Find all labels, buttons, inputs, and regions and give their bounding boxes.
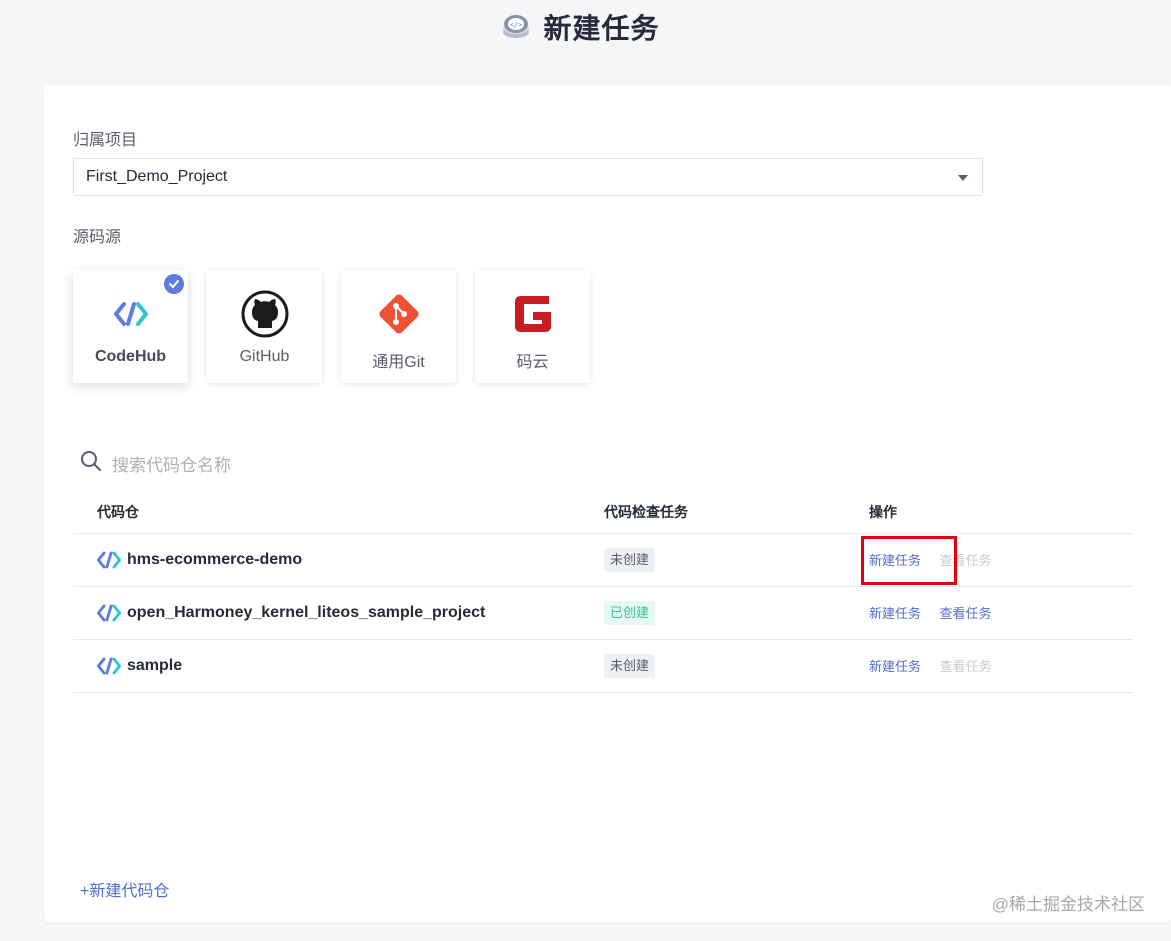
repo-name: hms-ecommerce-demo [127, 550, 303, 568]
source-selector: CodeHub GitHub 通用Git 码云 [73, 270, 590, 383]
status-badge: 已创建 [604, 600, 656, 625]
source-github[interactable]: GitHub [207, 270, 322, 383]
page-title: 新建任务 [543, 13, 660, 44]
column-header-actions: 操作 [869, 491, 1133, 534]
source-codehub[interactable]: CodeHub [73, 270, 188, 383]
view-task-link: 查看任务 [939, 552, 992, 568]
source-git[interactable]: 通用Git [341, 270, 456, 383]
table-row: hms-ecommerce-demo 未创建 新建任务 查看任务 [73, 533, 1133, 587]
table-row: open_Harmoney_kernel_liteos_sample_proje… [73, 586, 1133, 640]
source-gitee[interactable]: 码云 [475, 270, 590, 383]
git-icon [373, 288, 425, 340]
code-disk-icon: </> [501, 12, 531, 42]
project-select-value: First_Demo_Project [86, 168, 228, 185]
project-label: 归属项目 [73, 132, 138, 149]
search-icon [80, 450, 102, 477]
svg-text:</>: </> [510, 21, 523, 29]
codehub-icon [97, 601, 121, 625]
source-name: GitHub [239, 348, 290, 365]
table-header-row: 代码仓 代码检查任务 操作 [73, 491, 1133, 534]
codehub-icon [97, 654, 121, 678]
view-task-link[interactable]: 查看任务 [939, 606, 991, 621]
new-task-link[interactable]: 新建任务 [869, 606, 921, 621]
source-name: 通用Git [372, 354, 425, 371]
table-row: sample 未创建 新建任务 查看任务 [73, 639, 1133, 693]
column-header-repo: 代码仓 [73, 491, 604, 534]
github-icon [239, 288, 291, 340]
project-select[interactable]: First_Demo_Project [73, 158, 983, 196]
page-header: </> 新建任务 [0, 0, 1171, 54]
new-repo-link[interactable]: +新建代码仓 [80, 877, 169, 901]
search-input[interactable]: 搜索代码仓名称 [112, 451, 231, 476]
watermark: @稀土掘金技术社区 [991, 895, 1145, 914]
repo-name: sample [127, 656, 183, 674]
task-form-card: 归属项目 First_Demo_Project 源码源 CodeHub GitH… [44, 85, 1171, 922]
source-name: CodeHub [94, 348, 167, 365]
new-task-link[interactable]: 新建任务 [869, 659, 921, 674]
check-icon [164, 274, 184, 294]
view-task-link: 查看任务 [939, 658, 992, 674]
repo-name: open_Harmoney_kernel_liteos_sample_proje… [127, 603, 486, 621]
repo-table: 代码仓 代码检查任务 操作 hms-ecommerce-demo 未创建 新建任… [73, 491, 1133, 693]
codehub-icon [97, 548, 121, 572]
column-header-task: 代码检查任务 [604, 491, 869, 534]
repo-search[interactable]: 搜索代码仓名称 [80, 450, 231, 477]
caret-down-icon [958, 175, 968, 181]
new-task-link[interactable]: 新建任务 [869, 553, 921, 568]
source-name: 码云 [516, 354, 549, 371]
gitee-icon [507, 288, 559, 340]
status-badge: 未创建 [604, 547, 656, 572]
codehub-icon [105, 288, 157, 340]
source-label: 源码源 [73, 229, 122, 246]
status-badge: 未创建 [604, 653, 656, 678]
